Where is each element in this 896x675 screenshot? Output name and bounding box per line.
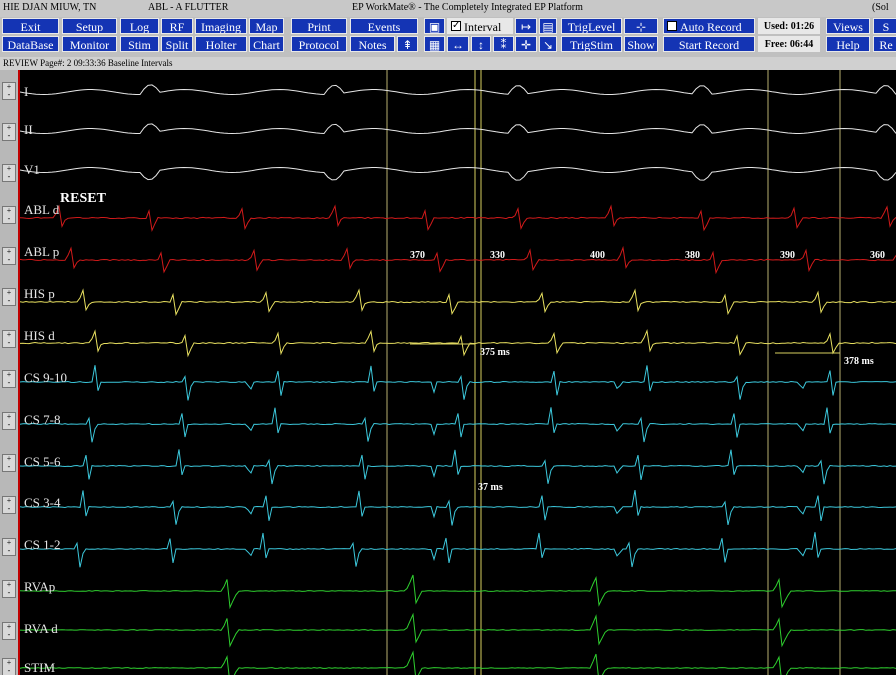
pin-icon[interactable]: ⇞ — [397, 36, 418, 52]
marker-icon[interactable]: ⁑ — [493, 36, 514, 52]
interval-checkbox[interactable]: Interval — [447, 18, 513, 34]
grid-icon[interactable]: ▦ — [424, 36, 445, 52]
waveform-background — [20, 70, 896, 675]
trig-level-button[interactable]: TrigLevel — [561, 18, 622, 34]
auto-record-label: Auto Record — [680, 20, 742, 34]
right-cut-button-1[interactable]: S — [873, 18, 896, 34]
his-interval-label: 378 ms — [844, 356, 874, 367]
product-title: EP WorkMate® - The Completely Integrated… — [352, 2, 583, 13]
start-record-button[interactable]: Start Record — [663, 36, 755, 52]
channel-label: HIS d — [24, 328, 55, 343]
channel-label: STIM — [24, 660, 56, 675]
vertical-measure-icon[interactable]: ↕ — [471, 36, 491, 52]
channel-label: II — [24, 122, 33, 137]
channel-gain-control[interactable]: + - — [2, 123, 16, 141]
patient-name: HIE DJAN MIUW, TN — [3, 2, 96, 13]
rf-button[interactable]: RF — [161, 18, 193, 34]
channel-label: HIS p — [24, 286, 55, 301]
cs-interval-label: 37 ms — [478, 482, 503, 493]
channel-gain-control[interactable]: + - — [2, 330, 16, 348]
trig-adjust-icon[interactable]: ⊹ — [624, 18, 658, 34]
channel-gain-control[interactable]: + - — [2, 412, 16, 430]
channel-gain-control[interactable]: + - — [2, 538, 16, 556]
stim-button[interactable]: Stim — [120, 36, 159, 52]
grid-toggle-icon[interactable]: ▤ — [539, 18, 557, 34]
channel-gain-control[interactable]: + - — [2, 370, 16, 388]
his-interval-label: 375 ms — [480, 347, 510, 358]
channel-gain-control[interactable]: + - — [2, 288, 16, 306]
channel-gain-control[interactable]: + - — [2, 82, 16, 100]
ep-workmate-window: HIE DJAN MIUW, TN ABL - A FLUTTER EP Wor… — [0, 0, 896, 675]
channel-gain-control[interactable]: + - — [2, 247, 16, 265]
interval-value: 400 — [590, 250, 605, 261]
trig-stim-button[interactable]: TrigStim — [561, 36, 622, 52]
channel-gain-control[interactable]: + - — [2, 496, 16, 514]
channel-gain-control[interactable]: + - — [2, 622, 16, 640]
channel-control-strip: + - + - + - + - + - + - + - + - + - + - + - + - + - +… — [0, 70, 19, 675]
database-button[interactable]: DataBase — [2, 36, 59, 52]
interval-value: 330 — [490, 250, 505, 261]
right-cut-button-2[interactable]: Re — [873, 36, 896, 52]
diagonal-icon[interactable]: ↘ — [539, 36, 557, 52]
channel-label: CS 7-8 — [24, 412, 60, 427]
caliper-icon[interactable]: ↦ — [515, 18, 537, 34]
auto-record-checkbox[interactable]: Auto Record — [663, 18, 755, 34]
split-button[interactable]: Split — [161, 36, 193, 52]
channel-gain-control[interactable]: + - — [2, 580, 16, 598]
setup-button[interactable]: Setup — [62, 18, 117, 34]
chart-button[interactable]: Chart — [249, 36, 284, 52]
title-bar: HIE DJAN MIUW, TN ABL - A FLUTTER EP Wor… — [0, 0, 896, 17]
channel-label: CS 5-6 — [24, 454, 61, 469]
interval-value: 360 — [870, 250, 885, 261]
log-button[interactable]: Log — [120, 18, 159, 34]
help-button[interactable]: Help — [826, 36, 870, 52]
views-button[interactable]: Views — [826, 18, 870, 34]
title-right-cut: (Sol — [872, 2, 889, 13]
interval-label: Interval — [464, 20, 501, 34]
monitor-icon[interactable]: ▣ — [424, 18, 445, 34]
free-time: Free: 06:44 — [758, 36, 820, 52]
channel-label: RVAp — [24, 579, 55, 594]
review-status-bar: REVIEW Page#: 2 09:33:36 Baseline Interv… — [0, 57, 896, 70]
monitor-button[interactable]: Monitor — [62, 36, 117, 52]
channel-label: V1 — [24, 162, 40, 177]
imaging-button[interactable]: Imaging — [195, 18, 247, 34]
channel-gain-control[interactable]: + - — [2, 206, 16, 224]
channel-label: CS 9-10 — [24, 370, 67, 385]
channel-label: RVA d — [24, 621, 58, 636]
notes-button[interactable]: Notes — [350, 36, 395, 52]
map-button[interactable]: Map — [249, 18, 284, 34]
show-button[interactable]: Show — [624, 36, 658, 52]
channel-gain-control[interactable]: + - — [2, 658, 16, 675]
crosshair-icon[interactable]: ✛ — [515, 36, 537, 52]
procedure-name: ABL - A FLUTTER — [148, 2, 228, 13]
exit-button[interactable]: Exit — [2, 18, 59, 34]
horizontal-measure-icon[interactable]: ↔ — [447, 36, 469, 52]
used-time: Used: 01:26 — [758, 18, 820, 34]
channel-gain-control[interactable]: + - — [2, 164, 16, 182]
waveform-display[interactable]: I II V1 ABL d ABL p HIS p HIS d CS 9-10 … — [20, 70, 896, 675]
holter-button[interactable]: Holter — [195, 36, 247, 52]
protocol-button[interactable]: Protocol — [291, 36, 347, 52]
channel-label: ABL d — [24, 202, 60, 217]
interval-value: 370 — [410, 250, 425, 261]
interval-value: 390 — [780, 250, 795, 261]
channel-label: ABL p — [24, 244, 59, 259]
channel-label: CS 1-2 — [24, 537, 60, 552]
channel-gain-control[interactable]: + - — [2, 454, 16, 472]
reset-label: RESET — [60, 191, 107, 206]
toolbar: Exit Setup Log RF Imaging Map Print Even… — [0, 17, 896, 57]
channel-label: CS 3-4 — [24, 495, 61, 510]
interval-value: 380 — [685, 250, 700, 261]
events-button[interactable]: Events — [350, 18, 418, 34]
print-button[interactable]: Print — [291, 18, 347, 34]
channel-label: I — [24, 84, 28, 99]
